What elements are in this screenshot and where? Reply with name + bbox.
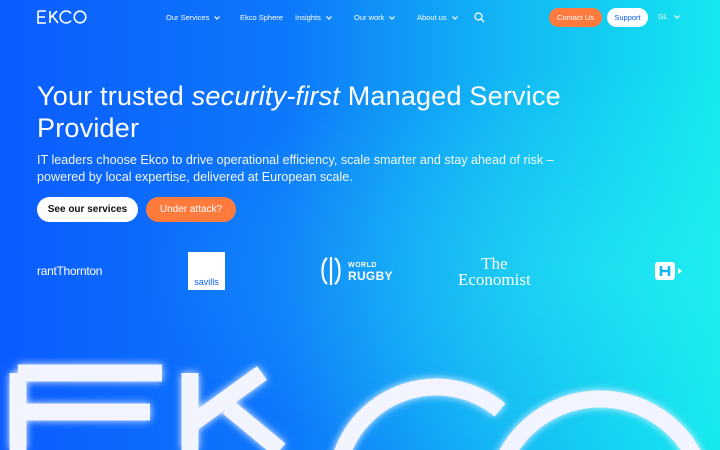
site-header: Our Services Ekco Sphere Insights Our wo… [0, 0, 720, 35]
nav-label: About us [417, 13, 447, 22]
chevron-down-icon [214, 15, 221, 20]
partial-h-logo-icon [655, 262, 682, 280]
savills-wordmark: savills [194, 277, 219, 287]
grant-thornton-logo: rantThornton [37, 264, 103, 278]
headline-emphasis: security-first [191, 81, 341, 111]
world-rugby-bottom: RUGBY [348, 269, 393, 283]
ekco-logo[interactable] [37, 10, 87, 24]
nav-label: Ekco Sphere [240, 13, 283, 22]
hero-headline: Your trusted security-first Managed Serv… [37, 80, 597, 144]
nav-label: Our Services [166, 13, 210, 22]
support-button[interactable]: Support [607, 8, 648, 27]
savills-logo: savills [188, 252, 225, 290]
contact-us-button[interactable]: Contact Us [549, 8, 602, 27]
ekco-large-wordmark [9, 364, 701, 450]
nav-our-work[interactable]: Our work [354, 13, 396, 22]
world-rugby-logo: WORLD RUGBY [318, 255, 393, 287]
chevron-down-icon [674, 14, 680, 19]
chevron-down-icon [451, 15, 458, 20]
under-attack-button[interactable]: Under attack? [146, 197, 236, 222]
economist-logo: The Economist [458, 255, 531, 289]
language-selector[interactable]: GL [658, 12, 681, 21]
see-our-services-button[interactable]: See our services [37, 197, 138, 222]
headline-pre: Your trusted [37, 81, 192, 111]
nav-label: Our work [354, 13, 385, 22]
nav-about-us[interactable]: About us [417, 13, 459, 22]
nav-ekco-sphere[interactable]: Ekco Sphere [240, 13, 283, 22]
world-rugby-emblem-icon [321, 257, 341, 285]
ekco-logo-mark [37, 10, 87, 24]
nav-label: Insights [295, 13, 321, 22]
chevron-down-icon [389, 15, 396, 20]
nav-our-services[interactable]: Our Services [166, 13, 221, 22]
search-icon[interactable] [474, 12, 485, 23]
hero-subtext: IT leaders choose Ekco to drive operatio… [37, 153, 554, 184]
nav-insights[interactable]: Insights [295, 13, 333, 22]
chevron-down-icon [325, 15, 332, 20]
economist-bottom: Economist [458, 270, 531, 289]
language-label: GL [658, 12, 669, 21]
